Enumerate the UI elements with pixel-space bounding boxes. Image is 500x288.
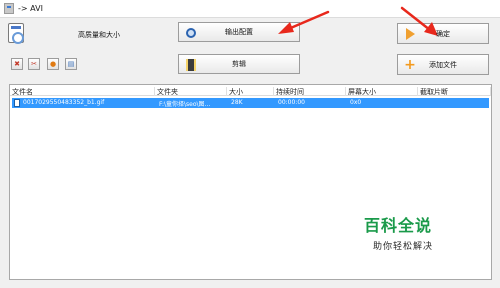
plus-icon: + [404, 57, 416, 73]
add-file-button[interactable]: + 添加文件 [397, 54, 489, 75]
clear-icon[interactable]: ✂ [28, 58, 40, 70]
column-header-folder[interactable]: 文件夹 [155, 87, 227, 96]
ok-label: 确定 [436, 29, 450, 38]
cell-size: 28K [231, 99, 243, 106]
file-list-header: 文件名 文件夹 大小 持续时间 屏幕大小 截取片断 [10, 85, 491, 96]
file-icon [14, 99, 20, 107]
play-icon[interactable]: ● [47, 58, 59, 70]
column-header-size[interactable]: 大小 [227, 87, 274, 96]
cell-screen-size: 0x0 [350, 99, 362, 106]
add-file-label: 添加文件 [429, 60, 457, 69]
delete-icon[interactable]: ✖ [11, 58, 23, 70]
output-settings-label: 输出配置 [225, 28, 253, 36]
column-header-duration[interactable]: 持续时间 [274, 87, 346, 96]
clip-label: 剪辑 [232, 60, 246, 68]
film-icon [185, 59, 197, 71]
settings-gear-icon [185, 27, 197, 39]
watermark-title: 百科全说 [364, 216, 433, 235]
app-icon [4, 3, 14, 14]
cell-folder: F:\童你择\seo\图... [159, 101, 211, 108]
column-header-clip[interactable]: 截取片断 [418, 87, 491, 96]
column-header-screen-size[interactable]: 屏幕大小 [346, 87, 418, 96]
table-row[interactable]: 0017029550483352_b1.gif F:\童你择\seo\图... … [12, 98, 489, 108]
annotation-arrow-output [278, 10, 330, 34]
info-icon[interactable]: ▤ [65, 58, 77, 70]
quality-label: 高质量和大小 [78, 31, 120, 39]
column-header-filename[interactable]: 文件名 [10, 87, 155, 96]
clip-button[interactable]: 剪辑 [178, 54, 300, 74]
window-title: -> AVI [18, 4, 43, 13]
cell-duration: 00:00:00 [278, 99, 305, 106]
cell-filename: 0017029550483352_b1.gif [23, 99, 105, 106]
avi-format-icon [8, 23, 24, 44]
watermark-subtitle: 助你轻松解决 [373, 242, 434, 252]
